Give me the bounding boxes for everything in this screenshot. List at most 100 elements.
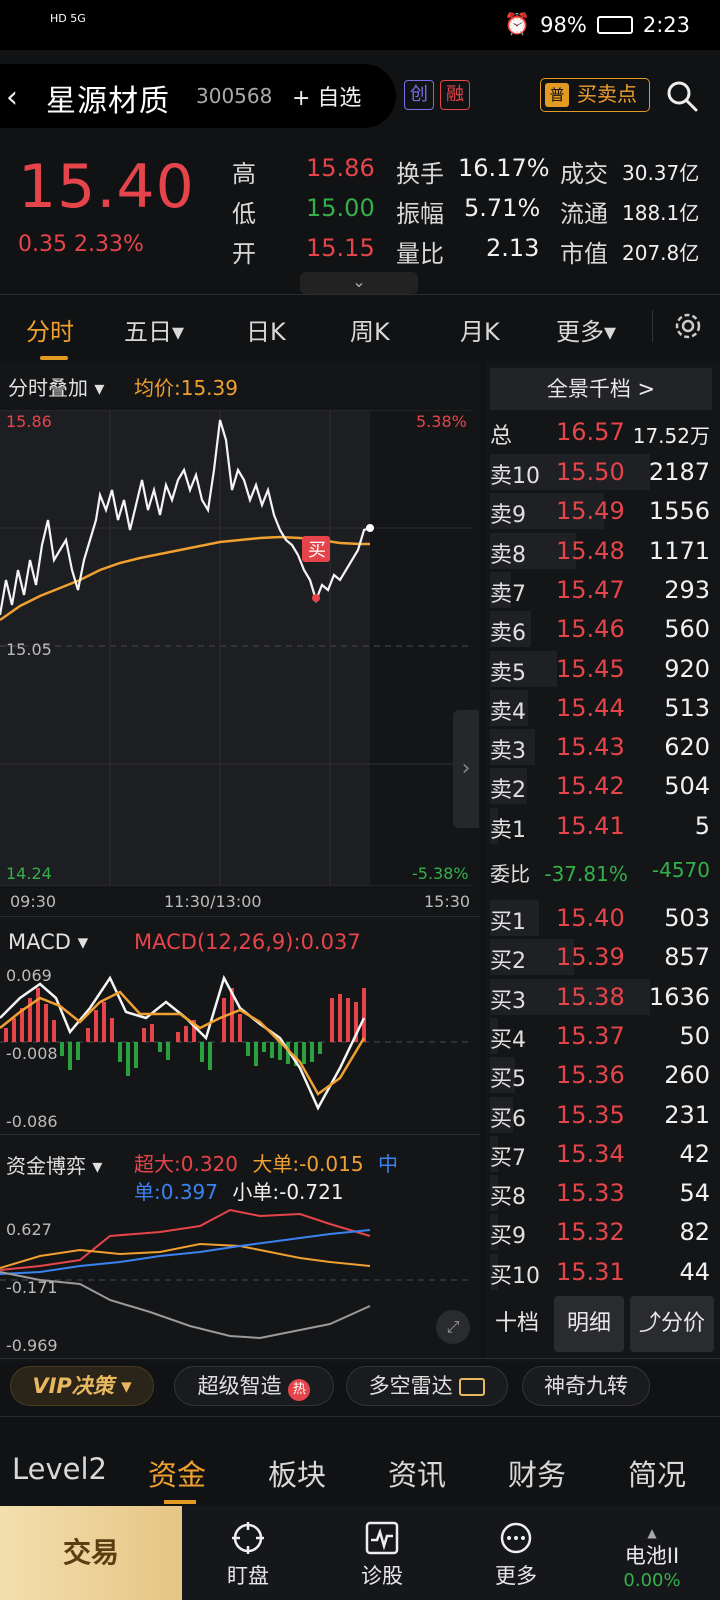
nine-turn-chip[interactable]: 神奇九转 bbox=[522, 1366, 650, 1406]
buy-sell-points-label: 买卖点 bbox=[577, 82, 637, 106]
bid-row[interactable]: 买10 15.31 44 bbox=[490, 1252, 716, 1292]
gear-icon[interactable] bbox=[670, 308, 706, 344]
ask-row[interactable]: 卖9 15.49 1556 bbox=[490, 491, 716, 531]
ask-row[interactable]: 卖5 15.45 920 bbox=[490, 649, 716, 689]
x-axis-end: 15:30 bbox=[424, 892, 471, 911]
bid-row[interactable]: 买2 15.39 857 bbox=[490, 937, 716, 977]
y-axis-top: 15.86 bbox=[6, 412, 52, 431]
ask-row[interactable]: 卖4 15.44 513 bbox=[490, 688, 716, 728]
ask-level-label: 卖8 bbox=[490, 542, 526, 568]
bid-row[interactable]: 买5 15.36 260 bbox=[490, 1055, 716, 1095]
bid-volume: 231 bbox=[664, 1100, 710, 1129]
bid-row[interactable]: 买4 15.37 50 bbox=[490, 1016, 716, 1056]
current-price: 15.40 bbox=[18, 152, 195, 222]
turnover-label: 换手 bbox=[396, 160, 444, 188]
turnover-value: 16.17% bbox=[458, 154, 550, 182]
bid-price: 15.32 bbox=[556, 1218, 625, 1247]
tab-five-day[interactable]: 五日▾ bbox=[124, 312, 184, 347]
margin-badge: 融 bbox=[440, 80, 470, 110]
battery-percent: 98% bbox=[540, 12, 587, 37]
add-favorite-button[interactable]: + 自选 bbox=[292, 80, 361, 112]
tab-weekly-k[interactable]: 周K bbox=[350, 312, 390, 347]
market-cap-label: 市值 bbox=[560, 240, 608, 268]
tab-daily-k[interactable]: 日K bbox=[246, 312, 286, 347]
ask-row[interactable]: 卖1 15.41 5 bbox=[490, 806, 716, 846]
total-label: 总 bbox=[490, 424, 513, 449]
vip-decision-button[interactable]: VIP决策 ▾ bbox=[10, 1366, 154, 1406]
bid-row[interactable]: 买6 15.35 231 bbox=[490, 1095, 716, 1135]
expand-quote-button[interactable]: ⌄ bbox=[300, 272, 418, 294]
tab-news[interactable]: 资讯 bbox=[388, 1452, 446, 1494]
tab-more[interactable]: 更多▾ bbox=[556, 312, 616, 347]
fullscreen-icon[interactable]: ⤢ bbox=[436, 1310, 470, 1344]
ten-level-button[interactable]: 十档 bbox=[486, 1296, 548, 1352]
order-ratio-label: 委比 bbox=[490, 862, 530, 886]
tab-sector[interactable]: 板块 bbox=[268, 1452, 326, 1494]
bid-row[interactable]: 买1 15.40 503 bbox=[490, 898, 716, 938]
bid-row[interactable]: 买8 15.33 54 bbox=[490, 1173, 716, 1213]
low-label: 低 bbox=[232, 200, 256, 228]
amount-label: 成交 bbox=[560, 160, 608, 188]
ask-level-label: 卖9 bbox=[490, 503, 526, 529]
bid-level-label: 买6 bbox=[490, 1106, 526, 1132]
diagnose-button[interactable]: 诊股 bbox=[332, 1520, 432, 1590]
macd-dropdown[interactable]: MACD ▾ bbox=[8, 930, 88, 954]
order-ratio-diff: -4570 bbox=[651, 858, 710, 882]
tab-funds[interactable]: 资金 bbox=[148, 1452, 206, 1494]
ask-row[interactable]: 卖7 15.47 293 bbox=[490, 570, 716, 610]
battery-sector-ticker[interactable]: ▲ 电池II 0.00% bbox=[592, 1526, 712, 1591]
ask-price: 15.46 bbox=[556, 615, 625, 644]
overlay-dropdown[interactable]: 分时叠加 ▾ bbox=[8, 372, 104, 401]
network-indicator: HD 5G bbox=[50, 12, 86, 25]
detail-button[interactable]: 明细 bbox=[554, 1296, 624, 1352]
ask-volume: 560 bbox=[664, 615, 710, 644]
bid-level-label: 买9 bbox=[490, 1224, 526, 1250]
more-dots-icon bbox=[500, 1522, 532, 1554]
bid-row[interactable]: 买9 15.32 82 bbox=[490, 1212, 716, 1252]
ask-volume: 2187 bbox=[648, 458, 710, 486]
tab-intraday[interactable]: 分时 bbox=[26, 312, 74, 347]
full-depth-button[interactable]: 全景千档 > bbox=[490, 368, 712, 410]
tab-profile[interactable]: 简况 bbox=[628, 1452, 686, 1494]
open-label: 开 bbox=[232, 240, 256, 268]
ask-price: 15.48 bbox=[556, 536, 625, 565]
bid-row[interactable]: 买3 15.38 1636 bbox=[490, 977, 716, 1017]
expand-panel-handle[interactable]: › bbox=[453, 710, 479, 828]
ask-row[interactable]: 卖2 15.42 504 bbox=[490, 766, 716, 806]
fund-game-dropdown[interactable]: 资金博弈 ▾ bbox=[6, 1150, 102, 1179]
tab-monthly-k[interactable]: 月K bbox=[460, 312, 500, 347]
search-icon[interactable] bbox=[664, 78, 700, 114]
bid-level-label: 买5 bbox=[490, 1067, 526, 1093]
ask-row[interactable]: 卖3 15.43 620 bbox=[490, 727, 716, 767]
back-button[interactable]: ‹ bbox=[6, 80, 18, 115]
stock-header: ‹ 星源材质 300568 + 自选 创 融 普 买卖点 bbox=[0, 64, 720, 128]
bid-row[interactable]: 买7 15.34 42 bbox=[490, 1134, 716, 1174]
more-button[interactable]: 更多 bbox=[466, 1520, 566, 1590]
open-value: 15.15 bbox=[306, 234, 375, 262]
ask-volume: 504 bbox=[664, 772, 710, 801]
trade-button[interactable]: 交易 bbox=[0, 1506, 182, 1600]
watch-button[interactable]: 盯盘 bbox=[198, 1520, 298, 1590]
buy-sell-points-icon: 普 bbox=[545, 83, 569, 107]
ask-volume: 1556 bbox=[648, 497, 710, 526]
ask-row[interactable]: 卖8 15.48 1171 bbox=[490, 531, 716, 571]
ask-price: 15.44 bbox=[556, 693, 625, 722]
bid-volume: 42 bbox=[679, 1139, 710, 1168]
ask-row[interactable]: 卖6 15.46 560 bbox=[490, 609, 716, 649]
price-distribution-button[interactable]: ⤴分价 bbox=[630, 1296, 714, 1352]
ask-row[interactable]: 卖10 15.50 2187 bbox=[490, 452, 716, 492]
intraday-chart[interactable]: 买 bbox=[0, 410, 472, 886]
x-axis-mid: 11:30/13:00 bbox=[164, 892, 262, 911]
ask-volume: 5 bbox=[694, 811, 710, 840]
fund-super: 超大:0.320 bbox=[134, 1152, 238, 1176]
buy-sell-points-button[interactable]: 普 买卖点 bbox=[540, 78, 650, 112]
tab-finance[interactable]: 财务 bbox=[508, 1452, 566, 1494]
tab-level2[interactable]: Level2 bbox=[12, 1452, 107, 1486]
stock-name: 星源材质 bbox=[46, 84, 170, 119]
super-manufacturing-chip[interactable]: 超级智造 热 bbox=[174, 1366, 334, 1406]
bull-bear-radar-chip[interactable]: 多空雷达 bbox=[346, 1366, 508, 1406]
status-bar: HD 5G ⏰ 98% 2:23 bbox=[0, 0, 720, 50]
order-book-buttons: 十档 明细 ⤴分价 bbox=[486, 1296, 720, 1352]
high-label: 高 bbox=[232, 160, 256, 188]
ask-price: 15.41 bbox=[556, 811, 625, 840]
